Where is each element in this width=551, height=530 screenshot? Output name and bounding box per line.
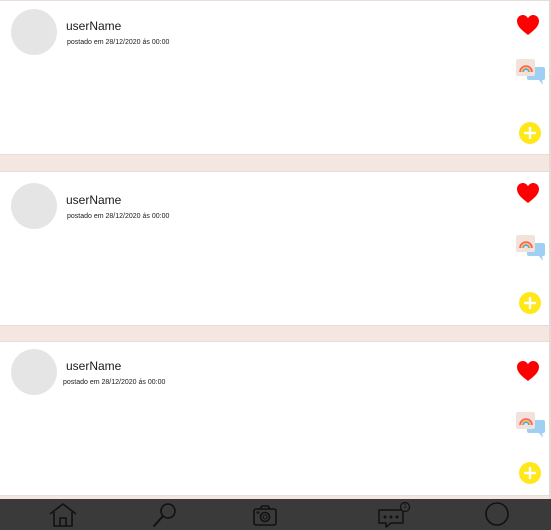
search-icon	[153, 503, 176, 527]
profile-circle-icon	[485, 502, 509, 526]
comment-bubbles-icon[interactable]	[515, 234, 547, 262]
plus-circle-icon[interactable]	[519, 292, 541, 314]
nav-home[interactable]	[48, 502, 78, 528]
nav-camera[interactable]	[250, 502, 280, 528]
post-username[interactable]: userName	[66, 359, 121, 373]
plus-circle-icon[interactable]	[519, 462, 541, 484]
camera-icon	[253, 505, 277, 526]
avatar[interactable]	[11, 9, 57, 55]
avatar[interactable]	[11, 183, 57, 229]
heart-icon[interactable]	[516, 14, 540, 36]
post-username[interactable]: userName	[66, 19, 121, 33]
post-card: userName postado em 28/12/2020 ás 00:00	[0, 0, 549, 155]
post-timestamp: postado em 28/12/2020 ás 00:00	[67, 39, 170, 46]
feed: userName postado em 28/12/2020 ás 00:00 …	[0, 0, 551, 499]
heart-icon[interactable]	[516, 360, 540, 382]
post-timestamp: postado em 28/12/2020 ás 00:00	[63, 379, 166, 386]
post-card: userName postado em 28/12/2020 ás 00:00	[0, 341, 549, 496]
heart-icon[interactable]	[516, 182, 540, 204]
notification-badge: 1	[403, 504, 407, 510]
bottom-nav: 1	[0, 499, 551, 530]
comment-bubbles-icon[interactable]	[515, 58, 547, 86]
nav-search[interactable]	[150, 502, 180, 528]
plus-circle-icon[interactable]	[519, 122, 541, 144]
post-timestamp: postado em 28/12/2020 ás 00:00	[67, 213, 170, 220]
nav-messages[interactable]: 1	[377, 502, 411, 528]
nav-profile[interactable]	[482, 502, 512, 528]
avatar[interactable]	[11, 349, 57, 395]
home-icon	[49, 503, 77, 527]
post-card: userName postado em 28/12/2020 ás 00:00	[0, 171, 549, 326]
comment-bubbles-icon[interactable]	[515, 411, 547, 439]
post-username[interactable]: userName	[66, 193, 121, 207]
